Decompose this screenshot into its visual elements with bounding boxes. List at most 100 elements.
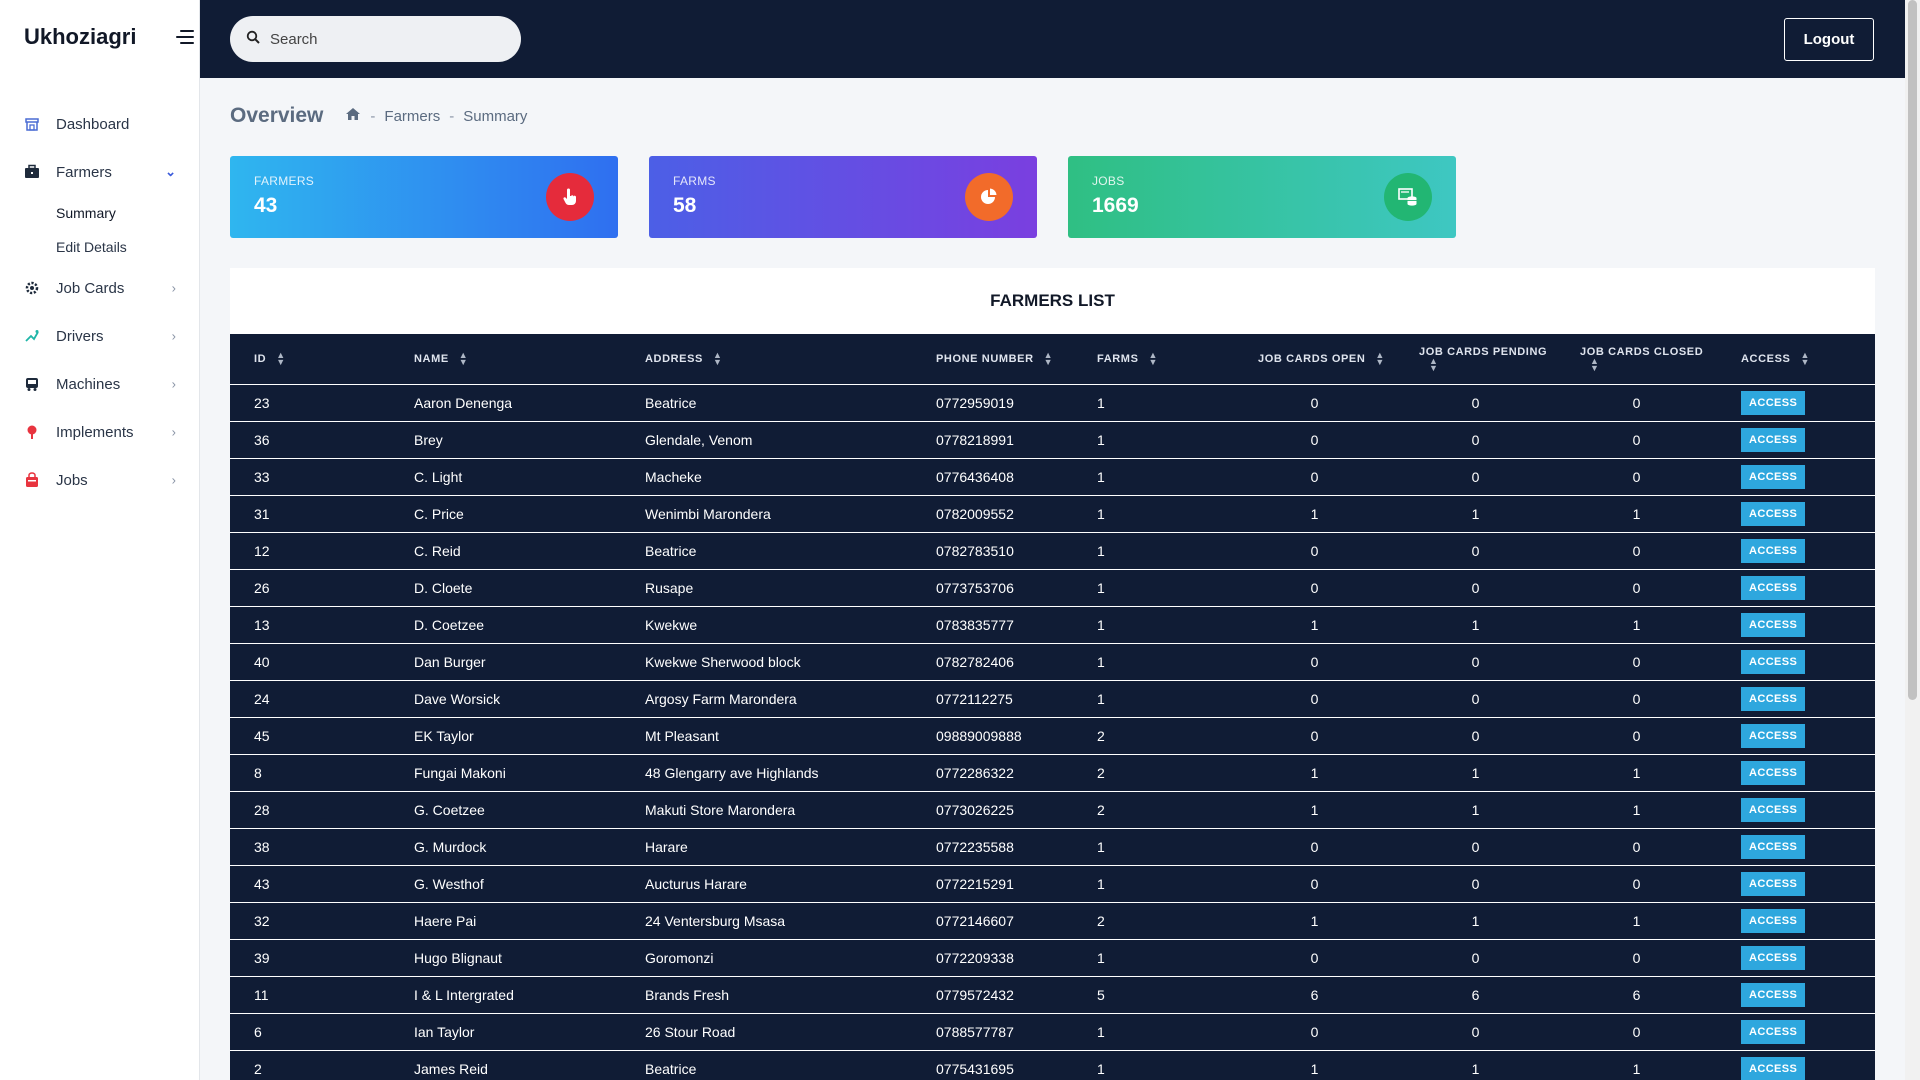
- access-button[interactable]: ACCESS: [1741, 686, 1806, 711]
- table-row[interactable]: 13 D. Coetzee Kwekwe 0783835777 1 1 1 1 ACCESS: [230, 605, 1875, 643]
- column-header[interactable]: NAME ▲ ▼: [390, 334, 621, 384]
- table-row[interactable]: 6 Ian Taylor 26 Stour Road 0788577787 1 0 0 0 AC…: [230, 1012, 1875, 1050]
- table-row[interactable]: 28 G. Coetzee Makuti Store Marondera 077302…: [230, 790, 1875, 828]
- breadcrumb-farmers[interactable]: Farmers: [384, 108, 440, 125]
- table-cell: 1: [1073, 420, 1234, 458]
- column-header[interactable]: ID ▲ ▼: [230, 334, 390, 384]
- access-button[interactable]: ACCESS: [1741, 834, 1806, 859]
- access-button[interactable]: ACCESS: [1741, 427, 1806, 452]
- sort-icon[interactable]: ▲ ▼: [1149, 350, 1159, 366]
- table-cell-access: ACCESS: [1717, 494, 1875, 532]
- column-header-label: ID: [254, 352, 267, 365]
- table-cell: 5: [1073, 975, 1234, 1013]
- access-button[interactable]: ACCESS: [1741, 390, 1806, 415]
- table-cell: 1: [1556, 1049, 1717, 1080]
- table-cell: 1: [1073, 1049, 1234, 1080]
- page-scrollbar[interactable]: [1905, 0, 1920, 1080]
- table-cell: 33: [230, 457, 390, 495]
- table-row[interactable]: 12 C. Reid Beatrice 0782783510 1 0 0 0 ACCESS: [230, 531, 1875, 569]
- table-row[interactable]: 39 Hugo Blignaut Goromonzi 0772209338 1 0 0 0 AC…: [230, 938, 1875, 976]
- access-button[interactable]: ACCESS: [1741, 649, 1806, 674]
- table-cell: C. Reid: [390, 531, 621, 569]
- access-button[interactable]: ACCESS: [1741, 797, 1806, 822]
- table-row[interactable]: 40 Dan Burger Kwekwe Sherwood block 0782782…: [230, 642, 1875, 680]
- table-row[interactable]: 23 Aaron Denenga Beatrice 0772959019 1 0 0 0 ACC…: [230, 383, 1875, 421]
- table-row[interactable]: 24 Dave Worsick Argosy Farm Marondera 07721…: [230, 679, 1875, 717]
- sidebar-item-dashboard[interactable]: Dashboard: [0, 100, 200, 148]
- hand-pointer-icon: [546, 173, 594, 221]
- access-button[interactable]: ACCESS: [1741, 575, 1806, 600]
- sidebar-item-jobs[interactable]: Jobs ›: [0, 456, 200, 504]
- access-button[interactable]: ACCESS: [1741, 945, 1806, 970]
- access-button[interactable]: ACCESS: [1741, 538, 1806, 563]
- access-button[interactable]: ACCESS: [1741, 760, 1806, 785]
- column-header[interactable]: FARMS ▲ ▼: [1073, 334, 1234, 384]
- column-header[interactable]: JOB CARDS CLOSED▲ ▼: [1556, 334, 1717, 384]
- sidebar-subitem-edit-details[interactable]: Edit Details: [0, 230, 200, 264]
- column-header[interactable]: JOB CARDS PENDING▲ ▼: [1395, 334, 1556, 384]
- table-cell: 26 Stour Road: [621, 1012, 912, 1050]
- table-row[interactable]: 45 EK Taylor Mt Pleasant 09889009888 2 0 0 0 ACC…: [230, 716, 1875, 754]
- table-cell: 0: [1395, 531, 1556, 569]
- logout-button[interactable]: Logout: [1784, 18, 1874, 61]
- table-row[interactable]: 33 C. Light Macheke 0776436408 1 0 0 0 ACCESS: [230, 457, 1875, 495]
- table-cell: 6: [1234, 975, 1395, 1013]
- sidebar-item-label: Jobs: [56, 471, 88, 489]
- access-button[interactable]: ACCESS: [1741, 464, 1806, 489]
- column-header[interactable]: PHONE NUMBER ▲ ▼: [912, 334, 1073, 384]
- table-row[interactable]: 32 Haere Pai 24 Ventersburg Msasa 077214660…: [230, 901, 1875, 939]
- access-button[interactable]: ACCESS: [1741, 1019, 1806, 1044]
- sidebar-item-implements[interactable]: Implements ›: [0, 408, 200, 456]
- sidebar-item-machines[interactable]: Machines ›: [0, 360, 200, 408]
- table-cell: 0: [1395, 827, 1556, 865]
- table-row[interactable]: 43 G. Westhof Aucturus Harare 0772215291 1 0 0…: [230, 864, 1875, 902]
- access-button[interactable]: ACCESS: [1741, 1056, 1806, 1080]
- table-cell-access: ACCESS: [1717, 827, 1875, 865]
- sidebar-item-drivers[interactable]: Drivers ›: [0, 312, 200, 360]
- table-row[interactable]: 26 D. Cloete Rusape 0773753706 1 0 0 0 ACCESS: [230, 568, 1875, 606]
- table-row[interactable]: 11 I & L Intergrated Brands Fresh 077957243…: [230, 975, 1875, 1013]
- column-header[interactable]: JOB CARDS OPEN ▲ ▼: [1234, 334, 1395, 384]
- column-header[interactable]: ADDRESS ▲ ▼: [621, 334, 912, 384]
- search-box[interactable]: [230, 16, 521, 62]
- sort-icon[interactable]: ▲ ▼: [713, 350, 723, 366]
- sidebar-item-job-cards[interactable]: Job Cards ›: [0, 264, 200, 312]
- table-cell: 26: [230, 568, 390, 606]
- sidebar-subitem-summary[interactable]: Summary: [0, 196, 200, 230]
- table-row[interactable]: 36 Brey Glendale, Venom 0778218991 1 0 0 0 ACCES…: [230, 420, 1875, 458]
- access-button[interactable]: ACCESS: [1741, 501, 1806, 526]
- table-cell: 0: [1556, 679, 1717, 717]
- access-button[interactable]: ACCESS: [1741, 871, 1806, 896]
- access-button[interactable]: ACCESS: [1741, 612, 1806, 637]
- column-header[interactable]: ACCESS ▲ ▼: [1717, 334, 1875, 384]
- search-input[interactable]: [270, 30, 500, 48]
- table-cell: 45: [230, 716, 390, 754]
- table-cell: 0: [1395, 642, 1556, 680]
- brand-logo-text[interactable]: Ukhoziagri: [24, 24, 136, 50]
- sort-icon[interactable]: ▲ ▼: [1590, 356, 1600, 372]
- sort-icon[interactable]: ▲ ▼: [1800, 350, 1810, 366]
- sort-icon[interactable]: ▲ ▼: [1044, 350, 1054, 366]
- table-cell-access: ACCESS: [1717, 605, 1875, 643]
- sort-icon[interactable]: ▲ ▼: [1375, 350, 1385, 366]
- table-cell-access: ACCESS: [1717, 383, 1875, 421]
- table-cell: Makuti Store Marondera: [621, 790, 912, 828]
- table-cell: I & L Intergrated: [390, 975, 621, 1013]
- table-row[interactable]: 31 C. Price Wenimbi Marondera 0782009552 1 1 1…: [230, 494, 1875, 532]
- table-row[interactable]: 38 G. Murdock Harare 0772235588 1 0 0 0 ACCESS: [230, 827, 1875, 865]
- sidebar-item-farmers[interactable]: Farmers ⌄: [0, 148, 200, 196]
- table-row[interactable]: 2 James Reid Beatrice 0775431695 1 1 1 1 ACCESS: [230, 1049, 1875, 1080]
- access-button[interactable]: ACCESS: [1741, 982, 1806, 1007]
- sidebar-item-label: Job Cards: [56, 279, 125, 297]
- scrollbar-thumb[interactable]: [1908, 0, 1917, 700]
- breadcrumb-summary[interactable]: Summary: [463, 108, 527, 125]
- menu-toggle-icon[interactable]: [174, 28, 194, 46]
- sort-icon[interactable]: ▲ ▼: [1429, 356, 1439, 372]
- access-button[interactable]: ACCESS: [1741, 908, 1806, 933]
- sort-icon[interactable]: ▲ ▼: [459, 350, 469, 366]
- home-icon[interactable]: [345, 107, 361, 125]
- access-button[interactable]: ACCESS: [1741, 723, 1806, 748]
- sort-icon[interactable]: ▲ ▼: [276, 350, 286, 366]
- table-row[interactable]: 8 Fungai Makoni 48 Glengarry ave Highlands…: [230, 753, 1875, 791]
- stat-label: JOBS: [1092, 174, 1125, 188]
